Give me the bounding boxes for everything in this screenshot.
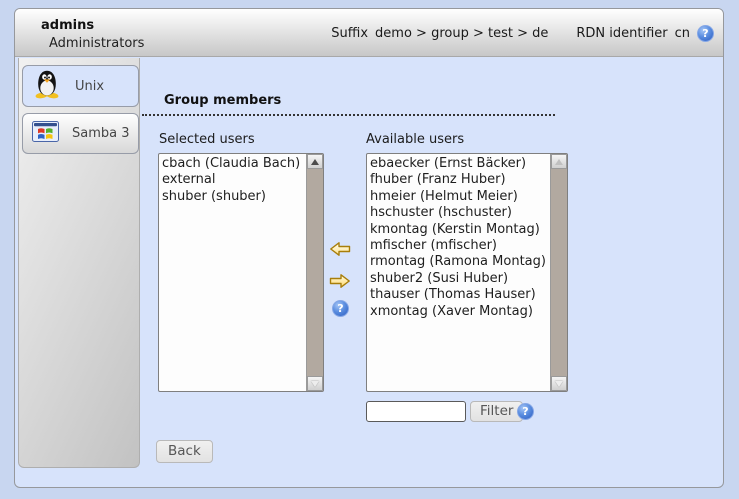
selected-users-list: cbach (Claudia Bach)externalshuber (shub… bbox=[159, 154, 306, 391]
scroll-down-icon bbox=[555, 381, 563, 387]
list-item[interactable]: shuber2 (Susi Huber) bbox=[370, 271, 550, 287]
screen: admins Administrators Suffix demo > grou… bbox=[0, 0, 739, 499]
page-subtitle: Administrators bbox=[49, 36, 144, 51]
selected-users-listbox[interactable]: cbach (Claudia Bach)externalshuber (shub… bbox=[158, 153, 324, 392]
transfer-help-icon[interactable]: ? bbox=[332, 300, 349, 317]
list-item[interactable]: shuber (shuber) bbox=[162, 189, 306, 205]
scroll-down-icon bbox=[311, 381, 319, 387]
rdn-help-icon[interactable]: ? bbox=[697, 25, 714, 42]
scroll-up-icon bbox=[555, 159, 563, 165]
windows-logo-icon bbox=[32, 121, 59, 146]
list-item[interactable]: cbach (Claudia Bach) bbox=[162, 156, 306, 172]
scroll-down-button[interactable] bbox=[551, 376, 567, 391]
selected-users-label: Selected users bbox=[159, 132, 255, 147]
rdn-identifier-value: cn bbox=[675, 26, 690, 41]
available-users-label: Available users bbox=[366, 132, 464, 147]
tab-unix[interactable]: Unix bbox=[22, 65, 139, 107]
list-item[interactable]: hschuster (hschuster) bbox=[370, 205, 550, 221]
list-item[interactable]: hmeier (Helmut Meier) bbox=[370, 189, 550, 205]
header-bar: admins Administrators Suffix demo > grou… bbox=[15, 9, 723, 57]
tab-samba3-label: Samba 3 bbox=[72, 126, 130, 141]
arrow-right-icon bbox=[329, 278, 351, 293]
move-to-selected-button[interactable] bbox=[329, 241, 351, 257]
rdn-identifier-label: RDN identifier bbox=[576, 26, 667, 41]
scroll-down-button[interactable] bbox=[307, 376, 323, 391]
filter-input[interactable] bbox=[366, 401, 466, 422]
list-item[interactable]: xmontag (Xaver Montag) bbox=[370, 304, 550, 320]
section-title: Group members bbox=[142, 93, 555, 116]
filter-help-icon[interactable]: ? bbox=[517, 403, 534, 420]
selected-users-scrollbar[interactable] bbox=[306, 154, 323, 391]
suffix-breadcrumb: demo > group > test > de bbox=[375, 26, 548, 41]
back-button[interactable]: Back bbox=[156, 440, 213, 463]
available-users-listbox[interactable]: ebaecker (Ernst Bäcker)fhuber (Franz Hub… bbox=[366, 153, 568, 392]
tab-unix-label: Unix bbox=[75, 79, 104, 94]
account-type-sidebar: Unix Samba 3 bbox=[18, 58, 140, 468]
list-item[interactable]: ebaecker (Ernst Bäcker) bbox=[370, 156, 550, 172]
available-users-list: ebaecker (Ernst Bäcker)fhuber (Franz Hub… bbox=[367, 154, 550, 391]
move-to-available-button[interactable] bbox=[329, 273, 351, 289]
available-users-scrollbar[interactable] bbox=[550, 154, 567, 391]
list-item[interactable]: external bbox=[162, 172, 306, 188]
arrow-left-icon bbox=[329, 246, 351, 261]
list-item[interactable]: kmontag (Kerstin Montag) bbox=[370, 222, 550, 238]
list-item[interactable]: fhuber (Franz Huber) bbox=[370, 172, 550, 188]
list-item[interactable]: mfischer (mfischer) bbox=[370, 238, 550, 254]
scroll-up-button[interactable] bbox=[551, 154, 567, 169]
scroll-up-button[interactable] bbox=[307, 154, 323, 169]
list-item[interactable]: rmontag (Ramona Montag) bbox=[370, 254, 550, 270]
tab-samba3[interactable]: Samba 3 bbox=[22, 113, 139, 154]
suffix-label: Suffix bbox=[331, 26, 368, 41]
header-info: Suffix demo > group > test > de RDN iden… bbox=[331, 9, 714, 57]
page-title: admins bbox=[41, 18, 94, 33]
filter-button[interactable]: Filter bbox=[470, 401, 523, 422]
main-panel: admins Administrators Suffix demo > grou… bbox=[14, 8, 724, 488]
list-item[interactable]: thauser (Thomas Hauser) bbox=[370, 287, 550, 303]
scroll-up-icon bbox=[311, 159, 319, 165]
tux-penguin-icon bbox=[32, 68, 62, 104]
